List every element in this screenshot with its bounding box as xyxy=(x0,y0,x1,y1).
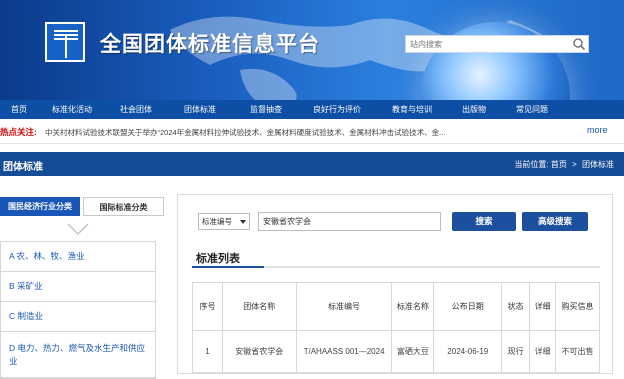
breadcrumb-prefix: 当前位置: xyxy=(514,160,549,169)
cell-index: 1 xyxy=(192,330,223,373)
tab-international-classification[interactable]: 国际标准分类 xyxy=(83,197,164,216)
classification-tabs: 国民经济行业分类 国际标准分类 xyxy=(0,197,164,216)
list-title: 标准列表 xyxy=(196,253,240,265)
cell-purchase-info: 不可出售 xyxy=(555,330,600,373)
cell-organization: 安徽省农学会 xyxy=(221,330,297,373)
site-search xyxy=(405,35,589,53)
search-field-select[interactable]: 标准编号 xyxy=(198,213,250,230)
search-field-select-value: 标准编号 xyxy=(202,217,232,226)
column-header: 详细 xyxy=(529,282,557,331)
more-link[interactable]: more xyxy=(587,125,608,135)
standards-table: 序号 团体名称 标准编号 标准名称 公布日期 状态 详细 购买信息 1 安徽省农… xyxy=(192,282,600,373)
list-divider xyxy=(192,266,600,268)
hot-label: 热点关注: xyxy=(0,127,37,137)
breadcrumb-current[interactable]: 团体标准 xyxy=(582,160,614,169)
category-item-mining[interactable]: B 采矿业 xyxy=(1,272,155,302)
search-input[interactable] xyxy=(406,36,572,52)
nav-item-evaluation[interactable]: 良好行为评价 xyxy=(298,104,376,115)
nav-item-associations[interactable]: 社会团体 xyxy=(106,104,166,115)
column-header: 标准名称 xyxy=(391,282,435,331)
nav-item-faq[interactable]: 常见问题 xyxy=(500,104,564,115)
nav-item-inspection[interactable]: 监督抽查 xyxy=(234,104,298,115)
dropdown-arrow-icon xyxy=(240,220,246,224)
main-nav: 首页 标准化活动 社会团体 团体标准 监督抽查 良好行为评价 教育与培训 出版物… xyxy=(0,100,624,119)
cell-status: 现行 xyxy=(501,330,531,373)
breadcrumb: 当前位置: 首页 > 团体标准 xyxy=(514,159,614,170)
hot-ticker: 热点关注: 中关村材料试验技术联盟关于举办“2024年金属材料拉伸试验技术、金属… xyxy=(0,119,624,144)
hot-news-link[interactable]: 中关村材料试验技术联盟关于举办“2024年金属材料拉伸试验技术、金属材料硬度试验… xyxy=(45,127,550,138)
category-item-agriculture[interactable]: A 农、林、牧、渔业 xyxy=(1,242,155,272)
site-title[interactable]: 全国团体标准信息平台 xyxy=(100,28,320,58)
category-list: A 农、林、牧、渔业 B 采矿业 C 制造业 D 电力、热力、燃气及水生产和供应… xyxy=(0,241,156,379)
breadcrumb-home[interactable]: 首页 xyxy=(551,160,567,169)
chevron-down-icon[interactable] xyxy=(66,222,90,236)
search-icon[interactable] xyxy=(572,37,586,51)
breadcrumb-separator: > xyxy=(572,160,577,169)
column-header: 团体名称 xyxy=(221,282,297,331)
table-header-row: 序号 团体名称 标准编号 标准名称 公布日期 状态 详细 购买信息 xyxy=(192,282,600,331)
category-item-utilities[interactable]: D 电力、热力、燃气及水生产和供应业 xyxy=(1,332,155,378)
header-banner: 全国团体标准信息平台 xyxy=(0,0,624,100)
column-header: 购买信息 xyxy=(555,282,600,331)
nav-item-training[interactable]: 教育与培训 xyxy=(376,104,448,115)
nav-item-activities[interactable]: 标准化活动 xyxy=(38,104,106,115)
section-header: 团体标准 当前位置: 首页 > 团体标准 xyxy=(0,152,624,176)
cell-standard-name: 富硒大豆 xyxy=(391,330,435,373)
search-button[interactable]: 搜索 xyxy=(452,212,516,231)
standards-panel: 标准编号 安徽省农学会 搜索 高级搜索 标准列表 序号 团体名称 标准编号 标准… xyxy=(177,194,613,374)
section-title: 团体标准 xyxy=(3,162,43,173)
table-row: 1 安徽省农学会 T/AHAASS 001—2024 富硒大豆 2024-06-… xyxy=(192,330,600,373)
nav-item-publications[interactable]: 出版物 xyxy=(448,104,500,115)
site-logo[interactable] xyxy=(45,22,85,62)
keyword-input[interactable]: 安徽省农学会 xyxy=(258,212,441,231)
nav-item-standards[interactable]: 团体标准 xyxy=(166,104,234,115)
tab-industry-classification[interactable]: 国民经济行业分类 xyxy=(0,197,80,216)
category-item-manufacturing[interactable]: C 制造业 xyxy=(1,302,155,332)
nav-item-home[interactable]: 首页 xyxy=(0,104,38,115)
cell-publish-date: 2024-06-19 xyxy=(433,330,503,373)
column-header: 公布日期 xyxy=(433,282,503,331)
column-header: 状态 xyxy=(501,282,531,331)
advanced-search-button[interactable]: 高级搜索 xyxy=(522,212,588,231)
column-header: 标准编号 xyxy=(295,282,393,331)
detail-link[interactable]: 详细 xyxy=(529,330,557,373)
cell-standard-number: T/AHAASS 001—2024 xyxy=(295,330,393,373)
column-header: 序号 xyxy=(192,282,223,331)
